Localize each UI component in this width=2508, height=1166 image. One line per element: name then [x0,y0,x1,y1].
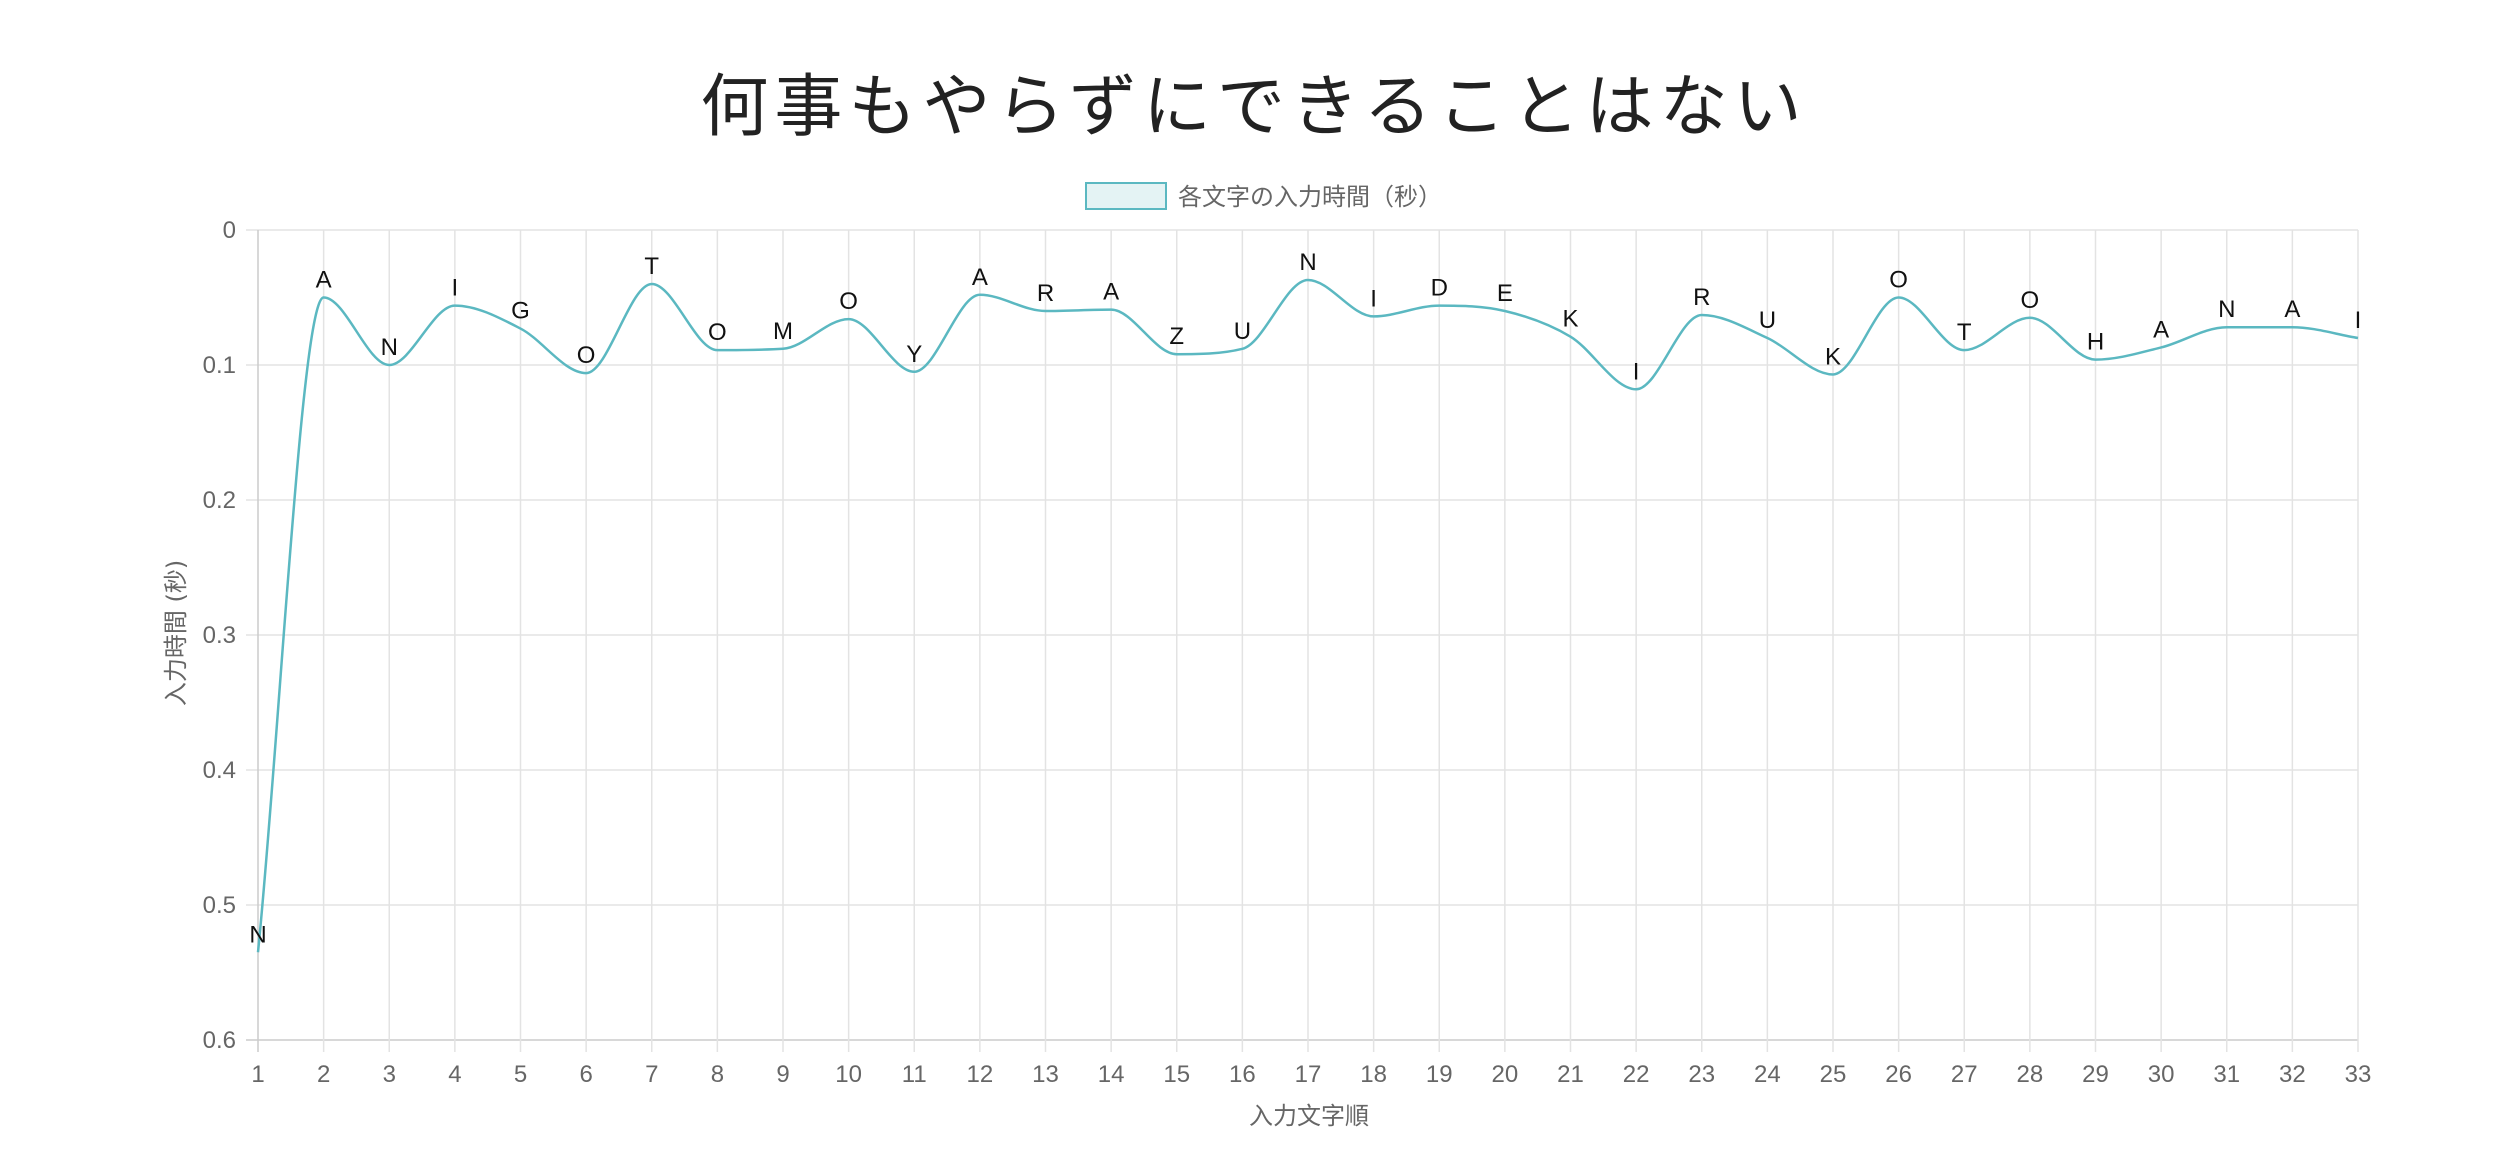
x-tick-label: 1 [251,1061,264,1088]
y-tick-label: 0.5 [203,892,236,919]
point-label: E [1497,280,1513,307]
x-tick-label: 24 [1754,1061,1781,1088]
legend-label: 各文字の入力時間（秒） [1178,183,1442,211]
point-label: G [511,298,530,325]
x-tick-label: 11 [902,1061,927,1088]
x-tick-label: 22 [1623,1061,1650,1088]
x-tick-label: 26 [1885,1061,1912,1088]
point-label: R [1693,284,1710,311]
x-tick-label: 31 [2213,1061,2240,1088]
y-tick-label: 0.6 [203,1027,236,1054]
x-tick-label: 21 [1557,1061,1584,1088]
x-tick-label: 13 [1032,1061,1059,1088]
point-label: I [2355,307,2362,334]
x-tick-label: 12 [967,1061,994,1088]
point-label: O [1889,267,1908,294]
point-label: Y [906,341,922,368]
x-tick-label: 29 [2082,1061,2109,1088]
point-label: Z [1169,323,1184,350]
point-label: A [2153,316,2169,343]
point-label: I [1370,285,1377,312]
chart-title: 何事もやらずにできることはない [700,68,1807,147]
point-label: A [316,267,332,294]
x-tick-label: 2 [317,1061,330,1088]
point-label: N [1299,249,1316,276]
y-tick-label: 0.2 [203,487,236,514]
x-tick-label: 23 [1688,1061,1715,1088]
x-tick-label: 7 [645,1061,658,1088]
point-label: O [2021,287,2040,314]
x-tick-label: 4 [448,1061,461,1088]
x-tick-label: 14 [1098,1061,1125,1088]
x-tick-label: 33 [2345,1061,2372,1088]
point-labels: N A N I G O T O M O Y A R A Z U N I D E K I R U K O T O H A N A I [249,249,2361,948]
point-label: A [1103,279,1119,306]
x-axis-ticks: 1 2 3 4 5 6 7 8 9 10 11 12 13 14 15 16 17 18 19 20 21 22 23 24 2… [251,1061,2371,1088]
x-tick-label: 8 [711,1061,724,1088]
point-label: A [972,264,988,291]
x-axis-title: 入力文字順 [1249,1102,1369,1130]
y-tick-label: 0.4 [203,757,236,784]
y-tick-label: 0 [223,217,236,244]
x-tick-label: 30 [2148,1061,2175,1088]
point-label: H [2087,329,2104,356]
point-label: O [708,319,727,346]
y-tick-label: 0.1 [203,352,236,379]
point-label: T [644,253,659,280]
x-tick-label: 10 [835,1061,862,1088]
x-tick-label: 9 [776,1061,789,1088]
x-tick-label: 18 [1360,1061,1387,1088]
point-label: N [2218,296,2235,323]
legend-swatch [1085,182,1167,210]
point-label: I [1633,358,1640,385]
x-tick-label: 27 [1951,1061,1978,1088]
point-label: N [381,334,398,361]
x-tick-label: 20 [1492,1061,1519,1088]
x-tick-label: 19 [1426,1061,1453,1088]
point-label: U [1234,318,1251,345]
x-tick-label: 28 [2017,1061,2044,1088]
x-tick-label: 32 [2279,1061,2306,1088]
x-tick-label: 25 [1820,1061,1847,1088]
legend[interactable]: 各文字の入力時間（秒） [1085,182,1442,211]
y-tick-label: 0.3 [203,622,236,649]
point-label: M [773,318,793,345]
x-tick-label: 3 [383,1061,396,1088]
point-label: N [249,921,266,948]
point-label: R [1037,280,1054,307]
line-chart: 何事もやらずにできることはない 各文字の入力時間（秒） 0 0.1 0.2 0.3 0.… [162,68,2371,1130]
grid-lines [246,229,2359,1052]
point-label: K [1562,306,1578,333]
point-label: D [1431,275,1448,302]
point-label: O [577,342,596,369]
x-tick-label: 16 [1229,1061,1256,1088]
x-tick-label: 15 [1163,1061,1190,1088]
point-label: I [452,275,459,302]
point-label: U [1759,307,1776,334]
point-label: A [2284,296,2300,323]
point-label: O [839,288,858,315]
y-axis-title: 入力時間 (秒) [162,560,190,706]
x-tick-label: 17 [1295,1061,1322,1088]
x-tick-label: 6 [579,1061,592,1088]
x-tick-label: 5 [514,1061,527,1088]
point-label: T [1957,319,1972,346]
y-axis-ticks: 0 0.1 0.2 0.3 0.4 0.5 0.6 [203,217,236,1054]
point-label: K [1825,343,1841,370]
